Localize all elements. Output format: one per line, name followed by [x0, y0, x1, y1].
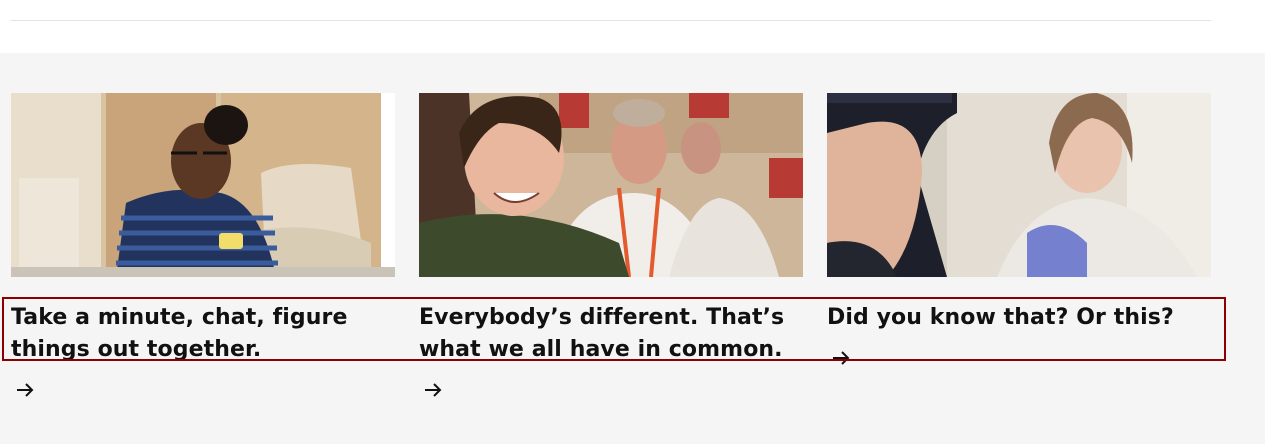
- arrow-right-icon[interactable]: [830, 347, 852, 369]
- card-image-3[interactable]: [827, 93, 1211, 277]
- card-title-1[interactable]: Take a minute, chat, figure things out t…: [11, 302, 395, 366]
- card-image-1[interactable]: [11, 93, 395, 277]
- card-image-2[interactable]: [419, 93, 803, 277]
- arrow-right-icon[interactable]: [14, 379, 36, 401]
- stories-section: Take a minute, chat, figure things out t…: [0, 53, 1265, 444]
- story-card-3[interactable]: Did you know that? Or this?: [827, 93, 1211, 365]
- divider: [11, 20, 1211, 21]
- story-card-2[interactable]: Everybody’s different. That’s what we al…: [419, 93, 803, 397]
- story-card-1[interactable]: Take a minute, chat, figure things out t…: [11, 93, 395, 397]
- top-area: [0, 0, 1265, 53]
- arrow-right-icon[interactable]: [422, 379, 444, 401]
- card-title-2[interactable]: Everybody’s different. That’s what we al…: [419, 302, 803, 366]
- card-title-3[interactable]: Did you know that? Or this?: [827, 302, 1211, 334]
